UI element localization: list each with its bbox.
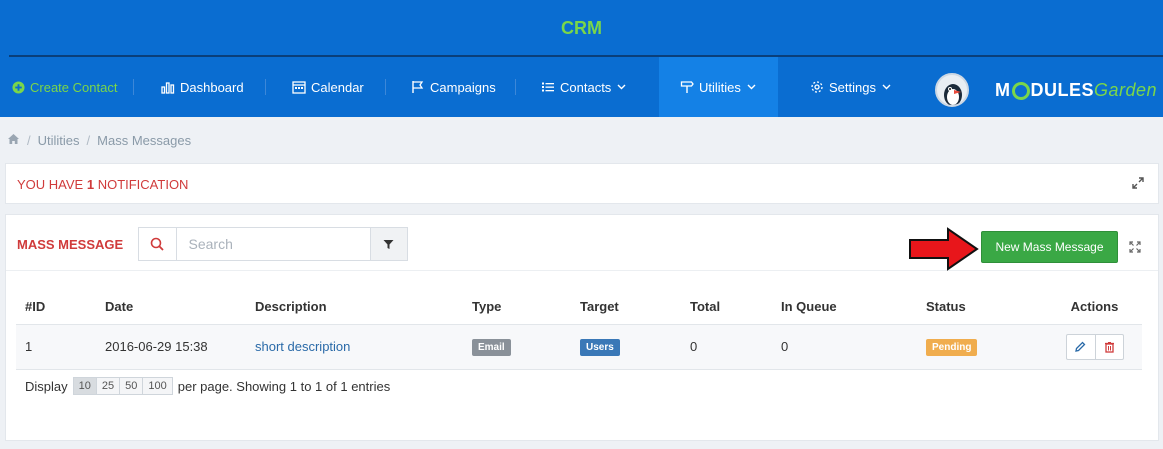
filter-icon	[383, 239, 394, 249]
notification-count: 1	[86, 177, 95, 192]
edit-button[interactable]	[1067, 335, 1095, 359]
page-size-selector: 10 25 50 100	[72, 377, 173, 395]
nav-contacts-label: Contacts	[560, 79, 612, 95]
nav-separator	[133, 79, 134, 95]
breadcrumb-utilities[interactable]: Utilities	[38, 133, 80, 148]
panel-title: MASS MESSAGE	[17, 237, 124, 252]
cell-date: 2016-06-29 15:38	[96, 324, 246, 370]
nav-create-contact-label: Create Contact	[30, 79, 118, 95]
nav-calendar-label: Calendar	[311, 79, 364, 95]
page-size-50[interactable]: 50	[119, 378, 143, 394]
row-actions	[1065, 333, 1124, 360]
breadcrumb-separator: /	[27, 132, 31, 148]
bar-chart-icon	[160, 79, 176, 95]
new-mass-message-button[interactable]: New Mass Message	[981, 231, 1118, 263]
notification-text[interactable]: YOU HAVE 1 NOTIFICATION	[17, 177, 188, 192]
notification-prefix: YOU HAVE	[17, 177, 87, 192]
main-nav: Create Contact Dashboard Calendar Campai…	[0, 57, 1163, 117]
search-box	[138, 227, 408, 261]
expand-icon[interactable]	[1132, 177, 1146, 191]
user-avatar[interactable]	[935, 73, 969, 107]
nav-contacts[interactable]: Contacts	[540, 57, 626, 117]
nav-campaigns[interactable]: Campaigns	[410, 57, 496, 117]
column-header-in-queue[interactable]: In Queue	[772, 289, 917, 325]
delete-button[interactable]	[1094, 334, 1123, 359]
column-header-status[interactable]: Status	[917, 289, 1047, 325]
gear-icon	[809, 79, 825, 95]
notification-panel: YOU HAVE 1 NOTIFICATION	[5, 163, 1159, 204]
flag-icon	[410, 79, 426, 95]
column-header-target[interactable]: Target	[571, 289, 681, 325]
nav-calendar[interactable]: Calendar	[291, 57, 364, 117]
nav-separator	[265, 79, 266, 95]
cell-description: short description	[246, 324, 463, 370]
cell-total: 0	[681, 324, 772, 370]
column-header-type[interactable]: Type	[463, 289, 571, 325]
nav-dashboard-label: Dashboard	[180, 79, 244, 95]
signpost-icon	[679, 79, 695, 95]
breadcrumb-mass-messages: Mass Messages	[97, 132, 192, 148]
table-footer: Display 10 25 50 100 per page. Showing 1…	[25, 377, 390, 395]
chevron-down-icon	[617, 82, 626, 93]
filter-button[interactable]	[369, 228, 407, 260]
page-size-10[interactable]: 10	[73, 378, 96, 394]
modulesgarden-logo: M DULES Garden	[995, 78, 1157, 102]
nav-campaigns-label: Campaigns	[430, 79, 496, 95]
cell-status: Pending	[917, 324, 1047, 370]
home-icon[interactable]	[7, 133, 20, 148]
nav-settings[interactable]: Settings	[809, 57, 891, 117]
mass-messages-table: #ID Date Description Type Target Total I…	[16, 289, 1142, 370]
nav-separator	[515, 79, 516, 95]
list-icon	[540, 79, 556, 95]
column-header-description[interactable]: Description	[246, 289, 463, 325]
breadcrumb-separator: /	[86, 132, 91, 148]
plus-circle-icon	[10, 79, 26, 95]
nav-dashboard[interactable]: Dashboard	[160, 57, 244, 117]
page-size-25[interactable]: 25	[95, 378, 120, 394]
app-title: CRM	[561, 18, 602, 38]
panel-header-divider	[6, 270, 1158, 271]
table-header-row: #ID Date Description Type Target Total I…	[16, 289, 1142, 325]
breadcrumb: / Utilities / Mass Messages	[7, 131, 191, 149]
page-size-100[interactable]: 100	[142, 378, 172, 394]
cell-in-queue: 0	[772, 324, 917, 370]
column-header-total[interactable]: Total	[681, 289, 772, 325]
chevron-down-icon	[747, 82, 756, 93]
mass-message-panel: MASS MESSAGE New Mass Message #ID Date D…	[5, 214, 1159, 441]
description-link[interactable]: short description	[255, 339, 350, 354]
chevron-down-icon	[882, 82, 891, 93]
top-header: CRM Create Contact Dashboard Calendar Ca…	[0, 0, 1163, 117]
column-header-actions: Actions	[1047, 289, 1142, 325]
fullscreen-icon[interactable]	[1129, 241, 1143, 255]
nav-create-contact[interactable]: Create Contact	[10, 57, 117, 117]
trash-icon	[1104, 341, 1114, 353]
status-badge: Pending	[926, 338, 978, 356]
calendar-icon	[291, 79, 307, 95]
target-badge: Users	[580, 338, 620, 356]
cell-actions	[1047, 324, 1142, 370]
type-badge: Email	[472, 338, 511, 356]
notification-suffix: NOTIFICATION	[94, 177, 189, 192]
column-header-id[interactable]: #ID	[16, 289, 96, 325]
nav-utilities[interactable]: Utilities	[659, 57, 778, 117]
cell-target: Users	[571, 324, 681, 370]
nav-separator	[385, 79, 386, 95]
nav-utilities-label: Utilities	[699, 79, 741, 95]
logo-o-icon	[1011, 82, 1030, 100]
column-header-date[interactable]: Date	[96, 289, 246, 325]
red-arrow-annotation	[908, 227, 980, 271]
nav-settings-label: Settings	[829, 79, 876, 95]
entries-summary: per page. Showing 1 to 1 of 1 entries	[177, 378, 391, 394]
logo-text-m: M	[995, 79, 1011, 100]
table-row: 1 2016-06-29 15:38 short description Ema…	[16, 324, 1142, 370]
logo-text-garden: Garden	[1094, 79, 1158, 100]
search-input[interactable]	[176, 228, 370, 260]
display-label: Display	[25, 378, 68, 394]
cell-id: 1	[16, 324, 96, 370]
search-icon	[139, 228, 177, 260]
cell-type: Email	[463, 324, 571, 370]
logo-text-dules: DULES	[1030, 79, 1095, 100]
pencil-icon	[1075, 341, 1086, 352]
